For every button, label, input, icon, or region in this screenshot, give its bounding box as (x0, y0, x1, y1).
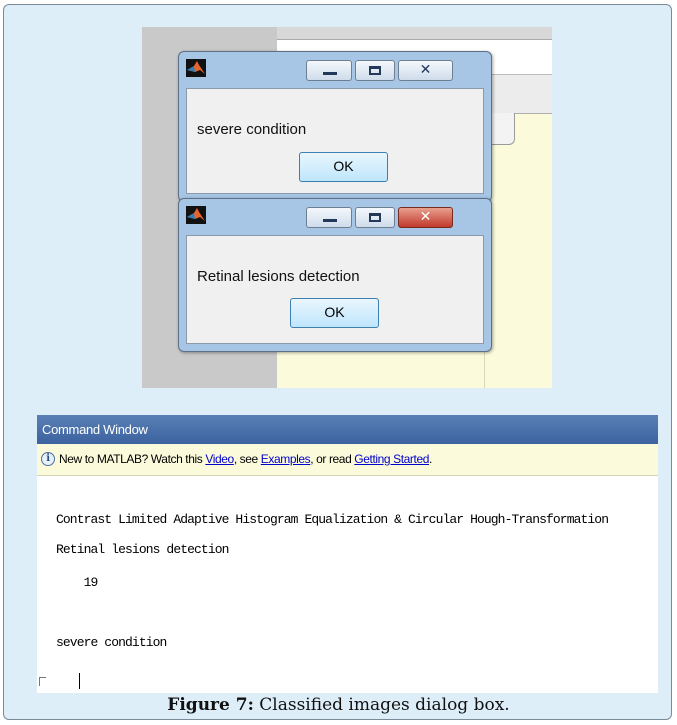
close-button[interactable]: ✕ (398, 60, 453, 81)
caption-label: Figure 7: (167, 695, 254, 715)
maximize-button[interactable] (355, 60, 395, 81)
examples-link[interactable]: Examples (261, 452, 311, 466)
maximize-button[interactable] (355, 207, 395, 228)
command-window: Command Window i New to MATLAB? Watch th… (37, 415, 658, 693)
severe-condition-dialog: ✕ severe condition OK (178, 51, 492, 202)
figure-caption: Figure 7: Classified images dialog box. (4, 695, 673, 715)
matlab-icon (186, 206, 206, 224)
matlab-icon (186, 59, 206, 77)
command-output-line: severe condition (56, 635, 167, 650)
command-output-line: 19 (56, 575, 99, 590)
info-prefix: New to MATLAB? Watch this (59, 452, 206, 466)
info-sep: , see (233, 452, 261, 466)
ok-button[interactable]: OK (290, 298, 379, 328)
figure-frame: ✕ severe condition OK ✕ Retinal lesions … (3, 4, 672, 720)
dialog-message: severe condition (197, 121, 307, 138)
maximize-icon (369, 213, 381, 222)
info-sep: , or read (310, 452, 355, 466)
minimize-icon (323, 219, 337, 222)
dialog-message: Retinal lesions detection (197, 268, 360, 285)
minimize-button[interactable] (306, 207, 352, 228)
dialog-titlebar[interactable]: ✕ (179, 199, 491, 235)
close-icon: ✕ (419, 209, 432, 225)
minimize-button[interactable] (306, 60, 352, 81)
minimize-icon (323, 72, 337, 75)
info-text: New to MATLAB? Watch this Video, see Exa… (59, 444, 432, 475)
ok-button[interactable]: OK (299, 152, 388, 182)
info-suffix: . (429, 452, 432, 466)
dialog-body: Retinal lesions detection OK (186, 235, 484, 344)
caption-text: Classified images dialog box. (253, 695, 510, 715)
command-input-cursor[interactable] (79, 673, 80, 689)
dialog-body: severe condition OK (186, 88, 484, 194)
command-window-title: Command Window (37, 415, 658, 444)
info-icon: i (41, 452, 55, 466)
background-titlebar (277, 27, 552, 40)
getting-started-link[interactable]: Getting Started (354, 452, 429, 466)
dialogs-screenshot: ✕ severe condition OK ✕ Retinal lesions … (142, 27, 552, 388)
dialog-titlebar[interactable]: ✕ (179, 52, 491, 88)
info-bar: i New to MATLAB? Watch this Video, see E… (37, 444, 658, 476)
close-button[interactable]: ✕ (398, 207, 453, 228)
maximize-icon (369, 66, 381, 75)
video-link[interactable]: Video (205, 452, 234, 466)
retinal-lesions-dialog: ✕ Retinal lesions detection OK (178, 198, 492, 352)
close-icon: ✕ (419, 62, 432, 78)
command-output-line: Contrast Limited Adaptive Histogram Equa… (56, 512, 609, 527)
prompt-bracket (39, 677, 46, 686)
command-output-line: Retinal lesions detection (56, 542, 229, 557)
